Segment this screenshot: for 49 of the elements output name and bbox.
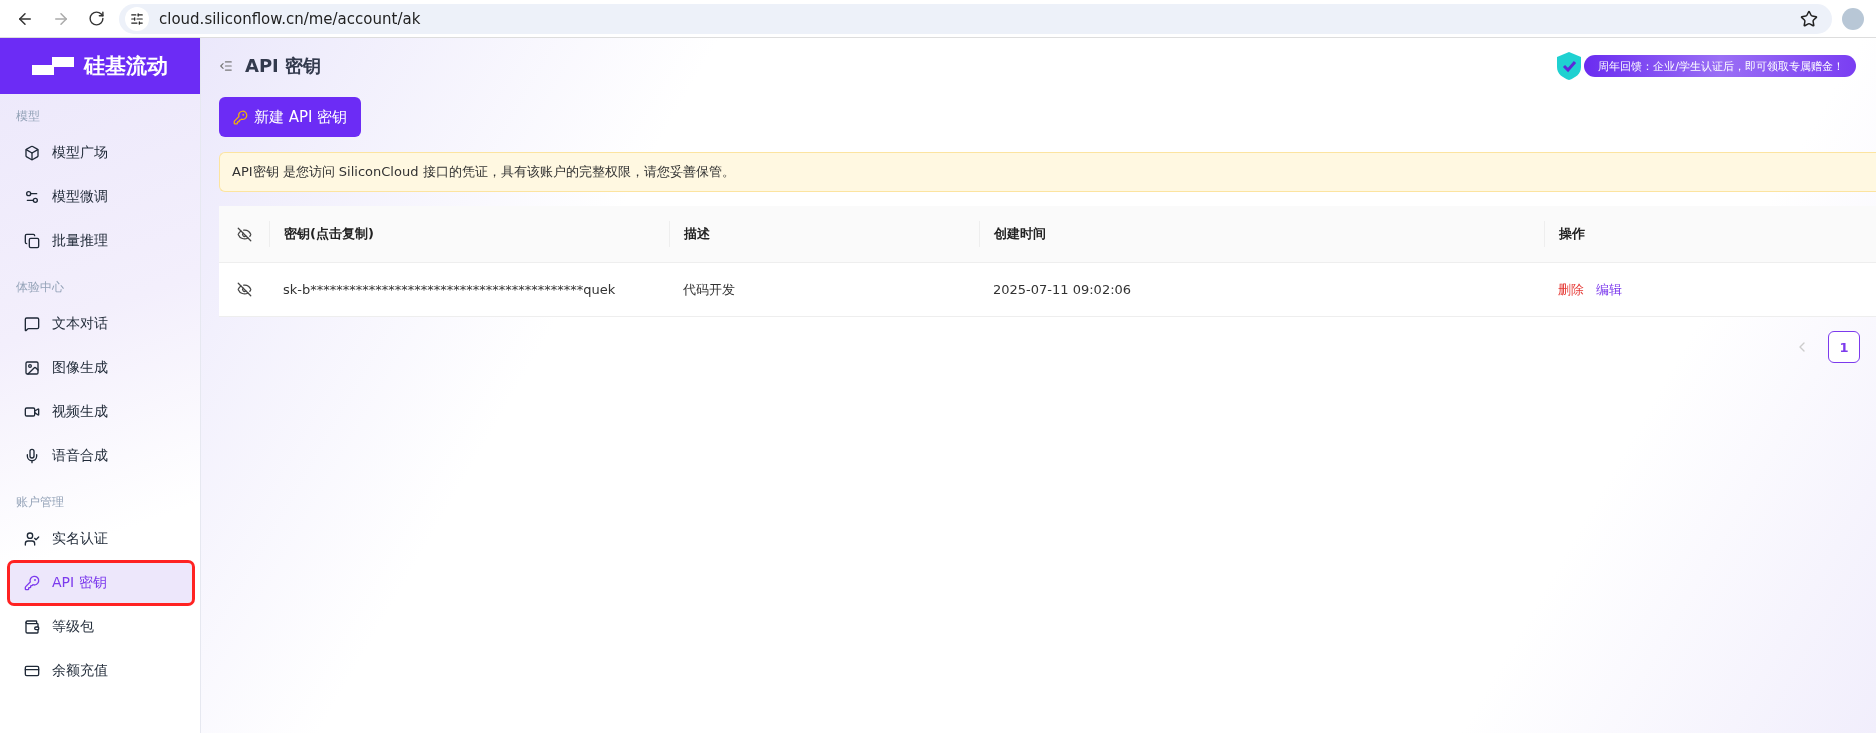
column-header: 密钥(点击复制) [269,221,669,247]
key-icon [233,109,248,125]
sidebar-item[interactable]: 批量推理 [10,221,192,261]
section-title: 体验中心 [15,279,65,296]
menu-icon [24,663,40,679]
new-key-button[interactable]: 新建 API 密钥 [219,97,362,137]
collapse-icon[interactable] [219,59,233,73]
page-title: API 密钥 [245,54,323,78]
promo-banner[interactable]: 周年回馈：企业/学生认证后，即可领取专属赠金！ [1584,55,1856,77]
sidebar-item[interactable]: 图像生成 [10,348,192,388]
column-header: 操作 [1544,221,1876,247]
sidebar-item[interactable]: API 密钥 [10,563,192,603]
action-link[interactable]: 删除 [1558,281,1584,297]
menu-icon [24,233,40,249]
notice-banner: API密钥 是您访问 SiliconCloud 接口的凭证，具有该账户的完整权限，请您妥善保管。 [219,152,1876,192]
sidebar-item[interactable]: 文本对话 [10,304,192,344]
tune-icon[interactable] [125,6,149,31]
eye-off-icon[interactable] [236,226,252,242]
table-cell-text: 2025-07-11 09:02:06 [992,282,1133,297]
sidebar-item[interactable]: 余额充值 [10,651,192,691]
table-cell[interactable]: sk-b******************************************quek [269,282,669,297]
table-cell-text: 代码开发 [682,280,736,299]
menu-icon [24,316,40,332]
sidebar-item[interactable]: 视频生成 [10,392,192,432]
page-button[interactable]: 1 [1828,331,1860,363]
action-link[interactable]: 编辑 [1596,281,1622,297]
section-title: 模型 [15,108,41,125]
menu-icon [24,531,40,547]
menu-icon [24,619,40,635]
column-header: 创建时间 [979,221,1544,247]
eye-off-icon[interactable] [236,282,252,297]
sidebar-item[interactable]: 语音合成 [10,436,192,476]
menu-icon [24,575,40,591]
logo-icon [32,57,74,75]
logo-text: 硅基流动 [84,53,168,80]
shield-icon [1556,51,1583,81]
sidebar-item[interactable]: 实名认证 [10,519,192,559]
menu-icon [24,189,40,205]
sidebar-item[interactable]: 模型广场 [10,133,192,173]
sidebar-item[interactable]: 模型微调 [10,177,192,217]
menu-icon [24,360,40,376]
star-icon[interactable] [1800,9,1818,28]
section-title: 账户管理 [15,494,65,511]
menu-icon [24,448,40,464]
sidebar-item[interactable]: 等级包 [10,607,192,647]
column-header: 描述 [669,221,979,247]
address-bar[interactable]: cloud.siliconflow.cn/me/account/ak [119,3,1832,34]
menu-icon [24,145,40,161]
menu-icon [24,404,40,420]
